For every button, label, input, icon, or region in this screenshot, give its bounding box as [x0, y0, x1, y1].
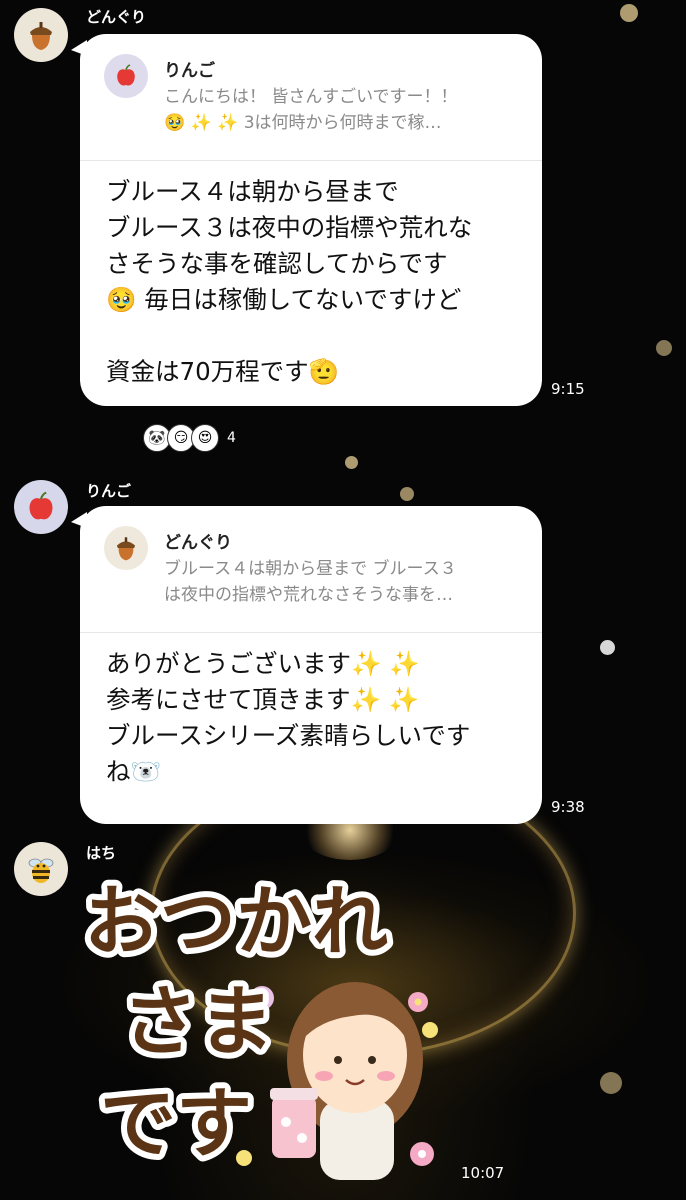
- message-time: 9:15: [551, 380, 585, 398]
- reply-avatar: [104, 526, 148, 570]
- sender-name: はち: [86, 844, 117, 862]
- apple-icon: [117, 64, 135, 86]
- heart-eyes-face-icon: 😍: [191, 424, 219, 452]
- reaction-count: 4: [227, 430, 236, 446]
- bokeh-dot: [345, 456, 358, 469]
- bee-icon: [28, 858, 54, 883]
- reply-avatar: [104, 54, 148, 98]
- reply-sender-name: りんご: [164, 61, 215, 81]
- reply-text: ブルース４は朝から昼まで ブルース３ は夜中の指標や荒れなさそうな事を…: [164, 559, 457, 605]
- reply-sender-name: どんぐり: [164, 533, 232, 553]
- message-time: 10:07: [461, 1164, 505, 1182]
- bokeh-dot: [620, 4, 638, 22]
- message-text: ブルース４は朝から昼まで ブルース３は夜中の指標や荒れな さそうな事を確認してか…: [106, 177, 473, 386]
- sticker-text-line1: おつかれ: [84, 877, 388, 966]
- message-text: ありがとうございます✨ ✨ 参考にさせて頂きます✨ ✨ ブルースシリーズ素晴らし…: [106, 649, 471, 786]
- sticker-text-line3: です: [100, 1079, 252, 1168]
- reply-quote[interactable]: りんご こんにちは！ 皆さんすごいですー！！ 🥹 ✨ ✨ 3は何時から何時まで稼…: [80, 34, 542, 161]
- avatar-acorn[interactable]: [14, 8, 68, 62]
- apple-icon: [29, 491, 53, 520]
- bokeh-dot: [600, 640, 615, 655]
- bokeh-dot: [600, 1072, 622, 1094]
- reply-quote[interactable]: どんぐり ブルース４は朝から昼まで ブルース３ は夜中の指標や荒れなさそうな事を…: [80, 506, 542, 633]
- acorn-icon: [30, 22, 52, 50]
- sender-name: りんご: [86, 482, 132, 500]
- avatar-bee[interactable]: [14, 842, 68, 896]
- message-time: 9:38: [551, 798, 585, 816]
- avatar-apple[interactable]: [14, 480, 68, 534]
- acorn-icon: [116, 537, 136, 561]
- message-bubble[interactable]: りんご こんにちは！ 皆さんすごいですー！！ 🥹 ✨ ✨ 3は何時から何時まで稼…: [71, 34, 542, 406]
- otsukaresama-sticker[interactable]: おつかれ さま です: [78, 870, 460, 1190]
- bokeh-dot: [656, 340, 672, 356]
- message-bubble[interactable]: どんぐり ブルース４は朝から昼まで ブルース３ は夜中の指標や荒れなさそうな事を…: [71, 506, 542, 824]
- reaction-bar[interactable]: 🐼 😏 😍 4: [143, 424, 236, 452]
- sticker-text-line2: さま: [122, 977, 274, 1066]
- sticker-image: おつかれ さま です: [78, 871, 438, 1180]
- reply-text: こんにちは！ 皆さんすごいですー！！ 🥹 ✨ ✨ 3は何時から何時まで稼…: [164, 87, 458, 133]
- sender-name: どんぐり: [86, 8, 147, 26]
- bokeh-dot: [400, 487, 414, 501]
